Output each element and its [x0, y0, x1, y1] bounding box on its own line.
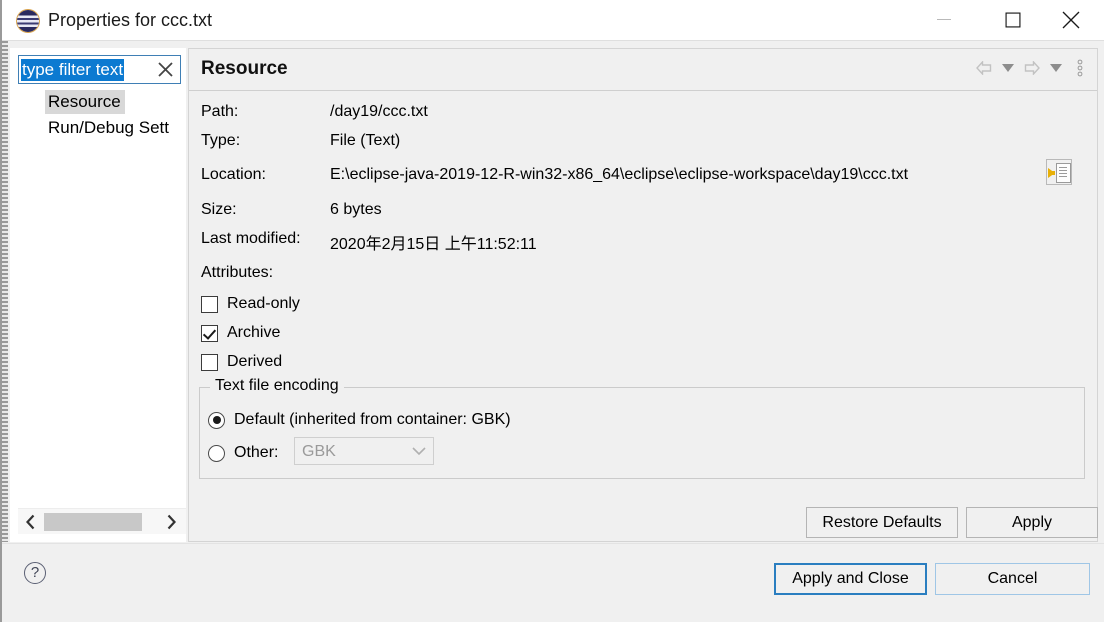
dialog-footer: ? Apply and Close Cancel: [2, 543, 1104, 622]
page-header: Resource: [189, 49, 1097, 91]
window-title: Properties for ccc.txt: [48, 10, 213, 30]
chevron-right-icon[interactable]: [160, 509, 182, 534]
size-value: 6 bytes: [330, 201, 382, 218]
size-label: Size:: [201, 201, 237, 218]
checkbox-label: Derived: [227, 353, 283, 370]
page-header-toolbar: [973, 57, 1091, 79]
path-label: Path:: [201, 103, 239, 120]
last-modified-label: Last modified:: [201, 230, 301, 247]
settings-tree-pane: type filter text Resource Run/Debug Sett: [10, 48, 186, 542]
encoding-select-value: GBK: [302, 443, 336, 460]
close-icon: [1062, 11, 1080, 29]
text-file-encoding-group: Text file encoding Default (inherited fr…: [199, 377, 1085, 479]
minimize-button[interactable]: [921, 0, 967, 40]
maximize-button[interactable]: [990, 0, 1036, 40]
filter-input-value[interactable]: type filter text: [21, 59, 125, 81]
checkbox-derived[interactable]: Derived: [201, 350, 282, 374]
radio-label: Other:: [234, 444, 279, 461]
radio-encoding-other[interactable]: Other:: [208, 441, 278, 465]
apply-button[interactable]: Apply: [966, 507, 1098, 538]
encoding-group-legend: Text file encoding: [210, 377, 344, 395]
help-icon[interactable]: ?: [24, 562, 46, 584]
properties-dialog: Properties for ccc.txt type filter text: [0, 0, 1104, 622]
checkbox-read-only[interactable]: Read-only: [201, 292, 300, 316]
forward-dropdown-icon[interactable]: [1045, 57, 1067, 79]
checkbox-label: Archive: [227, 324, 281, 341]
type-value: File (Text): [330, 132, 401, 149]
cancel-button[interactable]: Cancel: [935, 563, 1090, 595]
forward-arrow-icon[interactable]: [1021, 57, 1043, 79]
back-arrow-icon[interactable]: [973, 57, 995, 79]
minimize-icon: [937, 19, 951, 20]
page-title: Resource: [201, 58, 288, 79]
last-modified-value: 2020年2月15日 上午11:52:11: [330, 236, 537, 253]
clear-icon[interactable]: [156, 60, 176, 80]
checkbox-label: Read-only: [227, 295, 300, 312]
tree-horizontal-scrollbar[interactable]: [18, 508, 186, 534]
back-dropdown-icon[interactable]: [997, 57, 1019, 79]
scrollbar-thumb[interactable]: [44, 513, 142, 531]
type-label: Type:: [201, 132, 241, 149]
radio-box[interactable]: [208, 411, 225, 429]
checkbox-archive[interactable]: Archive: [201, 321, 280, 345]
attributes-label: Attributes:: [201, 264, 274, 281]
encoding-select[interactable]: GBK: [294, 437, 434, 465]
path-value: /day19/ccc.txt: [330, 103, 428, 120]
close-button[interactable]: [1048, 0, 1094, 40]
resolve-path-icon[interactable]: [1046, 159, 1072, 185]
radio-box[interactable]: [208, 444, 225, 462]
radio-encoding-default[interactable]: Default (inherited from container: GBK): [208, 408, 511, 432]
chevron-down-icon[interactable]: [409, 442, 429, 462]
view-menu-icon[interactable]: [1069, 57, 1091, 79]
resource-page: Resource Path: /day19/ccc.txt Type: File…: [188, 48, 1098, 542]
checkbox-box[interactable]: [201, 324, 218, 342]
maximize-icon: [1005, 12, 1021, 28]
apply-and-close-button[interactable]: Apply and Close: [774, 563, 927, 595]
restore-defaults-button[interactable]: Restore Defaults: [806, 507, 958, 538]
sidebar-item-run-debug-settings[interactable]: Run/Debug Sett: [45, 116, 169, 140]
title-bar: Properties for ccc.txt: [2, 0, 1104, 41]
radio-label: Default (inherited from container: GBK): [234, 411, 511, 428]
checkbox-box[interactable]: [201, 295, 218, 313]
filter-input-box[interactable]: type filter text: [18, 55, 181, 84]
eclipse-icon: [17, 10, 39, 32]
chevron-left-icon[interactable]: [20, 509, 42, 534]
checkbox-box[interactable]: [201, 353, 218, 371]
location-value: E:\eclipse-java-2019-12-R-win32-x86_64\e…: [330, 166, 909, 183]
sidebar-item-resource[interactable]: Resource: [45, 90, 125, 114]
location-label: Location:: [201, 166, 266, 183]
window-edge-scroll-strip[interactable]: [2, 41, 8, 542]
